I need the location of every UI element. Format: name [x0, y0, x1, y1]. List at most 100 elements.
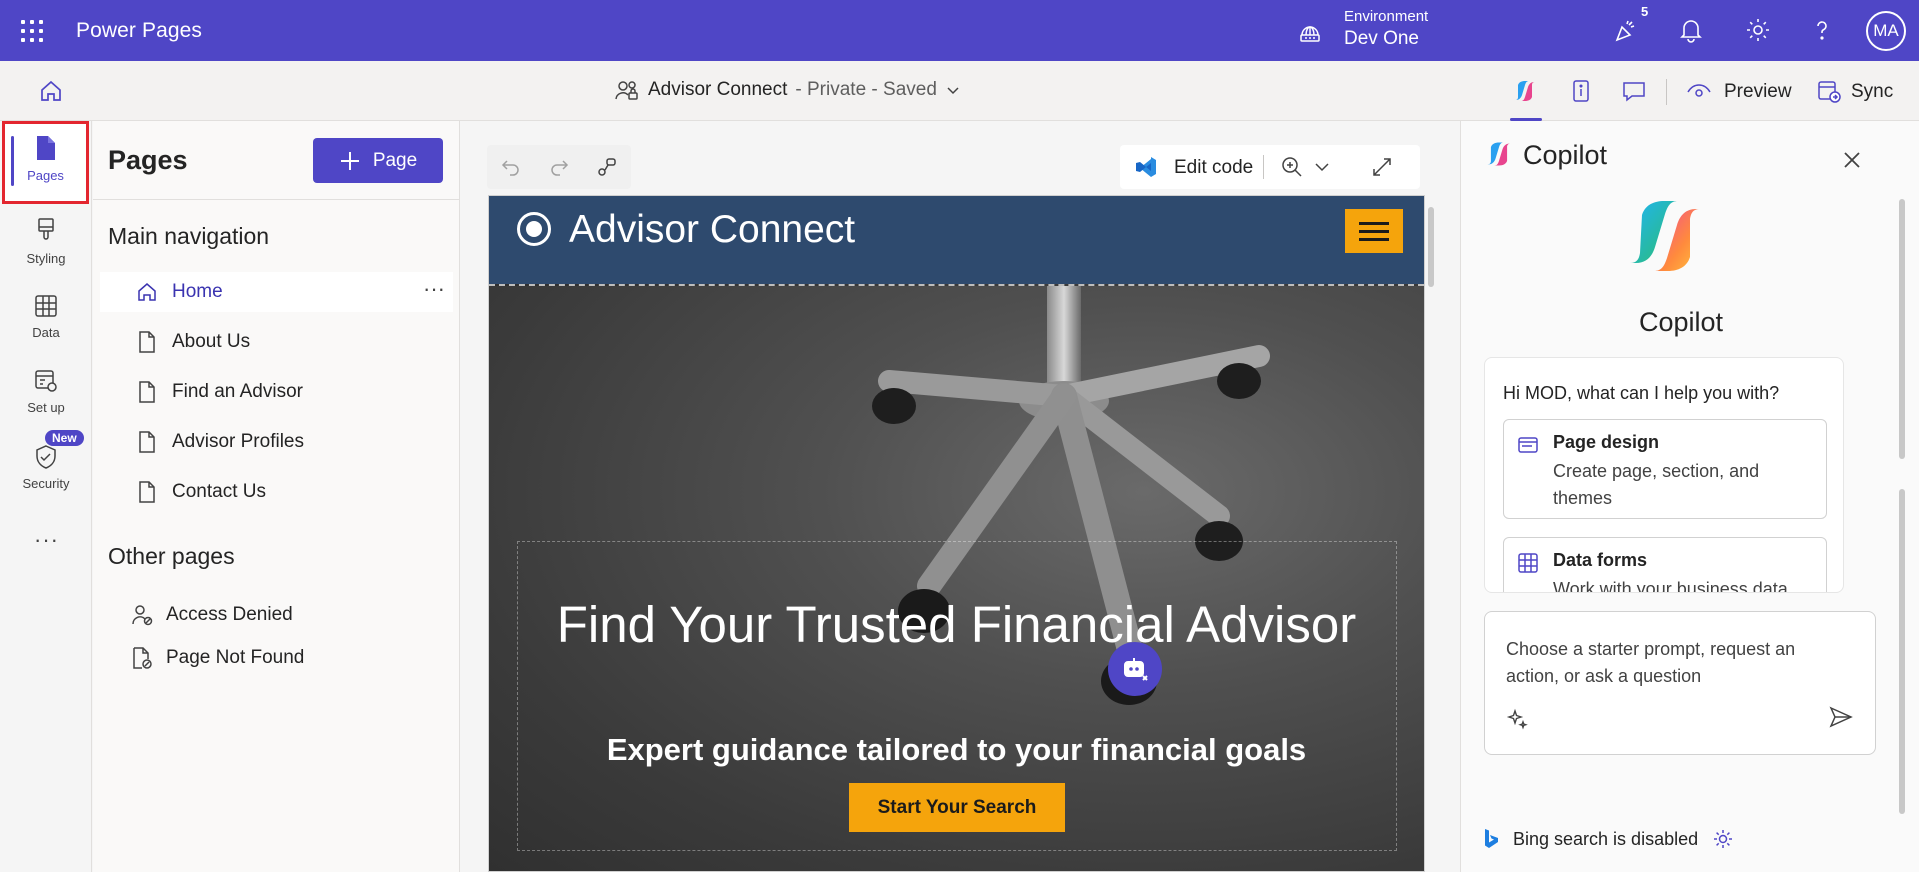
top-app-bar: Power Pages Environment Dev One 5 MA [0, 0, 1919, 61]
canvas-history-toolbar [487, 145, 631, 189]
canvas-view-toolbar: Edit code [1120, 145, 1420, 189]
help-icon[interactable] [1808, 16, 1836, 44]
sparkle-icon[interactable] [1506, 708, 1528, 730]
site-status-dropdown[interactable]: Advisor Connect - Private - Saved [614, 78, 961, 102]
nav-page-advisor-profiles[interactable]: Advisor Profiles [100, 422, 453, 462]
other-page-label: Access Denied [166, 604, 293, 625]
site-header[interactable]: Advisor Connect [489, 196, 1424, 284]
nav-page-find-an-advisor[interactable]: Find an Advisor [100, 372, 453, 412]
nav-page-home[interactable]: Home ··· [100, 272, 453, 312]
gear-icon[interactable] [1744, 16, 1772, 44]
nav-page-contact-us[interactable]: Contact Us [100, 472, 453, 512]
copilot-tab-icon[interactable] [1512, 78, 1538, 104]
copilot-prompt-input[interactable]: Choose a starter prompt, request an acti… [1484, 611, 1876, 755]
page-design-icon [1518, 437, 1538, 453]
page-icon [139, 381, 155, 403]
site-info-icon[interactable] [1568, 78, 1594, 104]
site-header-title: Advisor Connect [569, 208, 856, 251]
redo-icon[interactable] [547, 155, 571, 179]
suggestion-description: Create page, section, and themes [1553, 461, 1760, 508]
component-tree-icon[interactable] [595, 155, 619, 179]
notification-count-badge: 5 [1641, 4, 1649, 19]
suggestion-data-forms[interactable]: Data forms Work with your business data [1503, 537, 1827, 593]
bing-status-text: Bing search is disabled [1513, 828, 1699, 849]
more-options-icon[interactable]: ··· [423, 276, 445, 302]
other-page-label: Page Not Found [166, 647, 305, 668]
environment-icon [1300, 26, 1320, 42]
rail-item-label: Styling [26, 251, 66, 266]
app-brand[interactable]: Power Pages [76, 19, 202, 43]
expand-icon[interactable] [1370, 155, 1394, 179]
site-visibility-status: - Private - Saved [795, 79, 937, 100]
shield-icon [36, 445, 56, 469]
page-icon [139, 431, 155, 453]
chevron-down-icon [947, 87, 959, 95]
start-search-button[interactable]: Start Your Search [849, 783, 1065, 832]
add-page-button[interactable]: Page [313, 138, 443, 183]
hero-subtitle: Expert guidance tailored to your financi… [606, 732, 1307, 767]
chevron-down-icon[interactable] [1310, 155, 1334, 179]
user-avatar[interactable]: MA [1866, 11, 1906, 51]
panel-title: Pages [108, 145, 188, 175]
site-command-bar: Advisor Connect - Private - Saved Previe… [0, 61, 1919, 121]
edit-code-button[interactable]: Edit code [1174, 157, 1253, 179]
rail-item-label: Pages [27, 168, 64, 183]
eye-icon[interactable] [1686, 78, 1712, 104]
gear-icon[interactable] [1712, 828, 1734, 850]
copilot-greeting: Hi MOD, what can I help you with? [1503, 383, 1780, 403]
copilot-name: Copilot [1638, 307, 1724, 337]
nav-page-label: Find an Advisor [172, 381, 303, 402]
copilot-scrollbar[interactable] [1898, 199, 1906, 819]
other-page-access-denied[interactable]: Access Denied [100, 595, 453, 635]
data-forms-icon [1518, 553, 1538, 573]
hero-section[interactable]: Find Your Trusted Financial Advisor Expe… [489, 284, 1424, 871]
rail-item-setup[interactable]: Set up [0, 358, 92, 430]
more-icon[interactable]: ··· [34, 527, 59, 553]
home-icon [138, 283, 156, 301]
nav-page-label: Home [172, 281, 223, 302]
environment-value: Dev One [1344, 28, 1419, 49]
send-icon[interactable] [1828, 704, 1854, 730]
copilot-logo-icon [1630, 201, 1700, 271]
main-navigation-heading: Main navigation [108, 223, 270, 249]
bot-icon [1124, 658, 1148, 681]
scrollbar-thumb[interactable] [1899, 199, 1905, 459]
copilot-suggestions-card: Hi MOD, what can I help you with? Page d… [1484, 357, 1844, 593]
close-icon[interactable] [1843, 151, 1861, 169]
suggestion-page-design[interactable]: Page design Create page, section, and th… [1503, 419, 1827, 519]
left-rail: Pages Styling Data Set up Security New ·… [0, 121, 92, 872]
page-error-icon [133, 647, 152, 669]
divider [93, 199, 459, 200]
environment-label: Environment [1344, 8, 1429, 25]
celebrate-icon[interactable] [1612, 16, 1640, 44]
zoom-icon[interactable] [1280, 155, 1304, 179]
app-launcher-icon[interactable] [20, 19, 44, 43]
chatbot-icon[interactable] [1108, 642, 1162, 696]
rail-item-label: Security [22, 476, 70, 491]
preview-button[interactable]: Preview [1724, 81, 1792, 103]
home-icon[interactable] [38, 79, 64, 103]
undo-icon[interactable] [499, 155, 523, 179]
rail-item-data[interactable]: Data [0, 283, 92, 355]
nav-page-label: Contact Us [172, 481, 266, 502]
hero-title: Find Your Trusted Financial Advisor [556, 596, 1357, 653]
sync-icon[interactable] [1816, 78, 1842, 104]
rail-item-styling[interactable]: Styling [0, 207, 92, 279]
scrollbar-thumb[interactable] [1428, 207, 1434, 287]
suggestion-description: Work with your business data [1553, 579, 1788, 593]
nav-page-about-us[interactable]: About Us [100, 322, 453, 362]
other-page-not-found[interactable]: Page Not Found [100, 638, 453, 678]
sync-button[interactable]: Sync [1851, 81, 1893, 103]
copilot-panel: Copilot Copilot Hi MOD, what can I help … [1460, 121, 1919, 872]
comments-icon[interactable] [1621, 78, 1647, 104]
suggestion-title: Page design [1553, 432, 1660, 452]
hamburger-menu-icon[interactable] [1345, 209, 1403, 253]
rail-item-pages[interactable]: Pages [2, 121, 89, 204]
canvas-scrollbar[interactable] [1427, 195, 1435, 872]
site-preview-frame: Advisor Connect Find Your Trusted Financ… [488, 195, 1425, 872]
rail-item-label: Data [32, 325, 60, 340]
bell-icon[interactable] [1677, 16, 1705, 44]
site-name: Advisor Connect [648, 79, 788, 100]
people-lock-icon [615, 81, 638, 100]
rail-item-security[interactable]: Security New [0, 430, 92, 506]
